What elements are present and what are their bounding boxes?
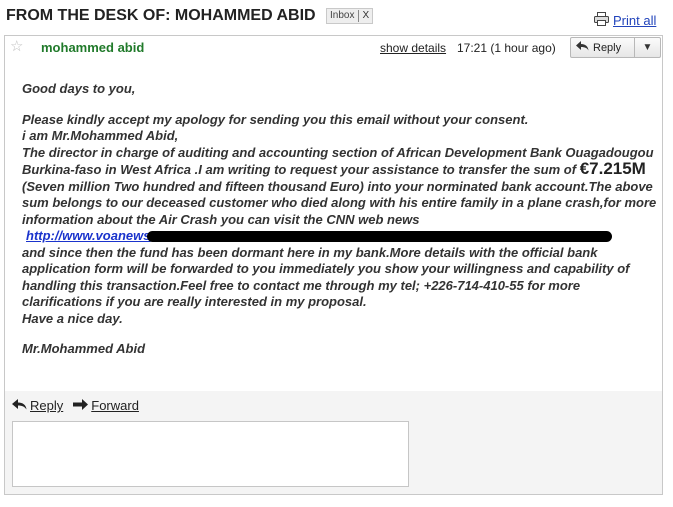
footer-reply-link[interactable]: Reply bbox=[12, 398, 63, 413]
email-subject: FROM THE DESK OF: MOHAMMED ABID bbox=[6, 7, 316, 24]
subject-bar: FROM THE DESK OF: MOHAMMED ABID Inbox X … bbox=[0, 0, 673, 34]
reply-footer: Reply Forward bbox=[5, 391, 662, 494]
footer-reply-label[interactable]: Reply bbox=[30, 398, 63, 413]
body-line-director: The director in charge of auditing and a… bbox=[22, 144, 654, 178]
redaction-mark bbox=[147, 231, 612, 242]
printer-icon bbox=[594, 12, 609, 29]
show-details-link[interactable]: show details bbox=[380, 41, 446, 55]
news-link[interactable]: http://www.voanews bbox=[26, 228, 150, 243]
message-time: 17:21 (1 hour ago) bbox=[457, 41, 556, 55]
print-all-label[interactable]: Print all bbox=[613, 13, 656, 28]
label-separator bbox=[358, 10, 360, 22]
body-greeting: Good days to you, bbox=[22, 81, 136, 96]
more-actions-button[interactable]: ▼ bbox=[634, 38, 660, 57]
reply-arrow-icon bbox=[576, 41, 589, 54]
body-line-closing: Have a nice day. bbox=[22, 310, 123, 326]
message-body: Good days to you, Please kindly accept m… bbox=[22, 81, 658, 358]
link-line: http://www.voanews bbox=[22, 228, 658, 245]
reply-button[interactable]: Reply bbox=[571, 38, 634, 57]
footer-actions: Reply Forward bbox=[12, 398, 139, 413]
quick-reply-input[interactable] bbox=[12, 421, 409, 487]
body-line-amount-detail: (Seven million Two hundred and fifteen t… bbox=[22, 178, 657, 227]
reply-button-group: Reply ▼ bbox=[570, 37, 661, 58]
remove-label-button[interactable]: X bbox=[362, 9, 369, 23]
sender-name[interactable]: mohammed abid bbox=[41, 40, 144, 55]
forward-arrow-icon bbox=[73, 398, 89, 413]
body-signature: Mr.Mohammed Abid bbox=[22, 341, 146, 356]
inbox-label-text[interactable]: Inbox bbox=[330, 9, 354, 23]
footer-forward-link[interactable]: Forward bbox=[73, 398, 139, 413]
reply-button-label: Reply bbox=[593, 41, 622, 54]
body-line-intro: i am Mr.Mohammed Abid, bbox=[22, 128, 179, 143]
chevron-down-icon: ▼ bbox=[642, 42, 653, 53]
footer-forward-label[interactable]: Forward bbox=[91, 398, 139, 413]
reply-arrow-icon bbox=[12, 398, 27, 413]
message-header: ☆ mohammed abid show details 17:21 (1 ho… bbox=[5, 36, 662, 60]
body-line-apology: Please kindly accept my apology for send… bbox=[22, 111, 529, 127]
inbox-label-chip[interactable]: Inbox X bbox=[326, 8, 374, 24]
amount-text: €7.215M bbox=[579, 159, 646, 178]
body-paragraph-main: The director in charge of auditing and a… bbox=[22, 145, 658, 229]
print-all-link[interactable]: Print all bbox=[594, 12, 656, 29]
star-icon[interactable]: ☆ bbox=[10, 39, 23, 55]
message-card: ☆ mohammed abid show details 17:21 (1 ho… bbox=[4, 35, 663, 495]
body-paragraph-details: and since then the fund has been dormant… bbox=[22, 244, 630, 310]
